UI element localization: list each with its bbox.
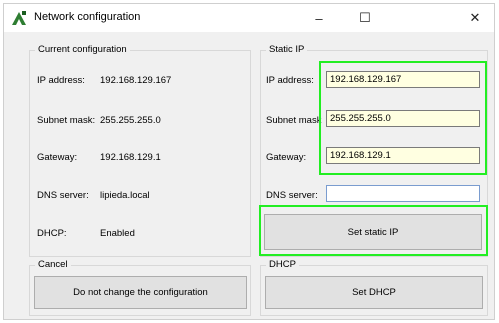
do-not-change-button[interactable]: Do not change the configuration: [34, 276, 247, 309]
static-gateway-label: Gateway:: [266, 152, 307, 163]
cancel-label: Cancel: [35, 259, 71, 270]
title-bar[interactable]: Network configuration – ☐ ✕: [4, 4, 494, 32]
current-subnet-label: Subnet mask:: [37, 115, 96, 126]
minimize-button[interactable]: –: [300, 4, 338, 32]
static-ip-address-label: IP address:: [266, 75, 314, 86]
current-dns-label: DNS server:: [37, 190, 89, 201]
set-static-ip-highlight: [259, 205, 488, 256]
set-dhcp-button[interactable]: Set DHCP: [265, 276, 483, 309]
current-configuration-label: Current configuration: [35, 44, 130, 55]
current-dhcp-label: DHCP:: [37, 228, 67, 239]
network-configuration-window: Network configuration – ☐ ✕ Current conf…: [3, 3, 495, 320]
current-dhcp-value: Enabled: [100, 228, 135, 239]
close-button[interactable]: ✕: [456, 4, 494, 32]
static-ip-label: Static IP: [266, 44, 308, 55]
static-fields-highlight: [319, 61, 487, 175]
current-gateway-label: Gateway:: [37, 152, 78, 163]
app-logo-icon: [12, 11, 26, 25]
current-ip-label: IP address:: [37, 75, 85, 86]
current-subnet-value: 255.255.255.0: [100, 115, 161, 126]
dhcp-label: DHCP: [266, 259, 299, 270]
current-ip-value: 192.168.129.167: [100, 75, 172, 86]
current-gateway-value: 192.168.129.1: [100, 152, 161, 163]
static-dns-label: DNS server:: [266, 190, 318, 201]
static-subnet-label: Subnet mask: [266, 115, 322, 126]
static-dns-input[interactable]: [326, 185, 480, 202]
window-title: Network configuration: [34, 11, 141, 23]
current-dns-value: lipieda.local: [100, 190, 150, 201]
maximize-button[interactable]: ☐: [346, 4, 384, 32]
